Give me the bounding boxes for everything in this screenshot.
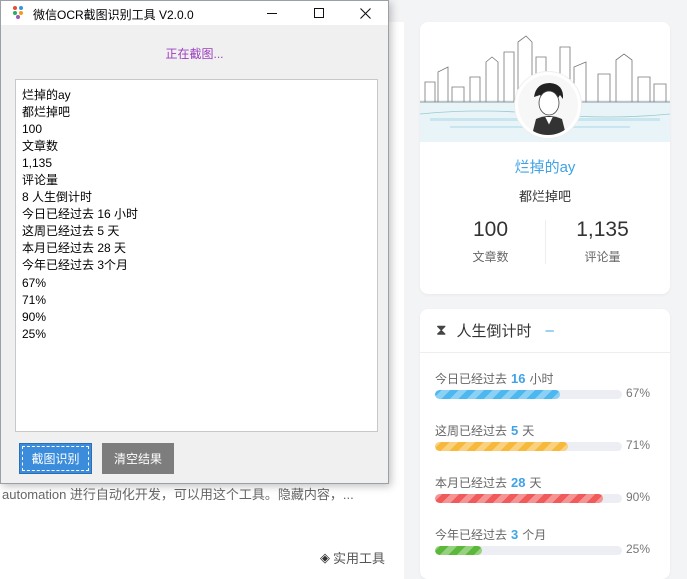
countdown-prefix: 这周已经过去 xyxy=(435,424,508,438)
articles-label: 文章数 xyxy=(472,250,509,264)
countdown-title: 人生倒计时 xyxy=(456,323,532,340)
ocr-tool-window: 微信OCR截图识别工具 V2.0.0 正在截图... 烂掉的ay 都烂掉吧 100 文… xyxy=(0,0,389,484)
comments-label: 评论量 xyxy=(584,250,621,264)
article-category-link[interactable]: ◈ 实用工具 xyxy=(320,548,385,567)
progress-bar xyxy=(435,390,561,399)
progress-track xyxy=(435,442,622,451)
result-line: 今日已经过去 16 小时 xyxy=(22,207,139,222)
countdown-label: 这周已经过去 5 天 xyxy=(435,422,657,439)
countdown-prefix: 今日已经过去 xyxy=(435,372,508,386)
progress-track xyxy=(435,390,622,399)
countdown-unit: 个月 xyxy=(522,528,547,542)
countdown-label: 今年已经过去 3 个月 xyxy=(435,526,657,543)
result-line: 今年已经过去 3个月 xyxy=(22,258,129,273)
countdown-row: 今年已经过去 3 个月 25% xyxy=(435,526,657,556)
result-line: 8 人生倒计时 xyxy=(22,190,93,205)
progress-percent: 25% xyxy=(626,542,651,556)
avatar[interactable] xyxy=(515,72,581,138)
stat-comments: 1,135 评论量 xyxy=(540,218,665,265)
result-line: 文章数 xyxy=(22,139,59,154)
countdown-row: 今日已经过去 16 小时 67% xyxy=(435,370,657,400)
progress-bar xyxy=(435,494,604,503)
minimize-icon xyxy=(267,12,277,14)
maximize-icon xyxy=(314,8,324,18)
title-underline-icon: – xyxy=(545,322,554,339)
category-label: 实用工具 xyxy=(333,551,386,566)
result-line: 71% xyxy=(22,292,47,307)
comments-count: 1,135 xyxy=(576,218,629,241)
progress-bar xyxy=(435,546,482,555)
capture-ocr-button[interactable]: 截图识别 xyxy=(19,443,92,474)
countdown-value: 28 xyxy=(511,475,526,490)
countdown-prefix: 今年已经过去 xyxy=(435,528,508,542)
countdown-card: ⧗ 人生倒计时 – 今日已经过去 16 小时 67% 这周已经过去 5 天 71% 本月已经过去… xyxy=(420,309,670,579)
clear-results-button[interactable]: 清空结果 xyxy=(102,443,174,474)
minimize-button[interactable] xyxy=(249,1,295,25)
profile-name[interactable]: 烂掉的ay xyxy=(420,156,670,177)
countdown-value: 3 xyxy=(511,527,519,542)
result-line: 90% xyxy=(22,309,47,324)
result-line: 100 xyxy=(22,122,43,137)
progress-track xyxy=(435,546,622,555)
profile-card: 烂掉的ay 都烂掉吧 100 文章数 1,135 评论量 xyxy=(420,22,670,294)
window-title: 微信OCR截图识别工具 V2.0.0 xyxy=(33,8,194,22)
layers-icon: ◈ xyxy=(320,549,330,565)
progress-percent: 90% xyxy=(626,490,651,504)
result-line: 本月已经过去 28 天 xyxy=(22,241,127,256)
avatar-illustration xyxy=(518,75,578,135)
countdown-prefix: 本月已经过去 xyxy=(435,476,508,490)
countdown-row: 本月已经过去 28 天 90% xyxy=(435,474,657,504)
result-line: 25% xyxy=(22,326,47,341)
profile-motto: 都烂掉吧 xyxy=(518,189,571,204)
countdown-row: 这周已经过去 5 天 71% xyxy=(435,422,657,452)
window-titlebar[interactable]: 微信OCR截图识别工具 V2.0.0 xyxy=(1,1,388,25)
progress-track xyxy=(435,494,622,503)
maximize-button[interactable] xyxy=(296,1,342,25)
result-line: 都烂掉吧 xyxy=(22,105,71,120)
hourglass-icon: ⧗ xyxy=(436,322,447,339)
countdown-unit: 小时 xyxy=(529,372,554,386)
countdown-unit: 天 xyxy=(529,476,542,490)
countdown-header: ⧗ 人生倒计时 – xyxy=(420,309,670,353)
stat-articles: 100 文章数 xyxy=(428,218,553,265)
progress-percent: 67% xyxy=(626,386,651,400)
articles-count: 100 xyxy=(472,218,509,241)
countdown-value: 16 xyxy=(511,371,526,386)
article-excerpt: automation 进行自动化开发，可以用这个工具。隐藏内容，... xyxy=(2,487,354,502)
result-line: 烂掉的ay xyxy=(22,88,71,102)
result-line: 67% xyxy=(22,275,47,290)
countdown-label: 本月已经过去 28 天 xyxy=(435,474,657,491)
app-icon xyxy=(13,6,25,19)
countdown-value: 5 xyxy=(511,423,519,438)
close-icon xyxy=(359,7,371,19)
status-text: 正在截图... xyxy=(165,47,224,61)
result-line: 评论量 xyxy=(22,173,59,188)
close-button[interactable] xyxy=(342,1,388,25)
result-line: 这周已经过去 5 天 xyxy=(22,224,120,239)
progress-percent: 71% xyxy=(626,438,651,452)
countdown-label: 今日已经过去 16 小时 xyxy=(435,370,657,387)
progress-bar xyxy=(435,442,568,451)
countdown-unit: 天 xyxy=(522,424,535,438)
result-line: 1,135 xyxy=(22,156,53,171)
ocr-result-textbox[interactable]: 烂掉的ay 都烂掉吧 100 文章数 1,135 评论量 8 人生倒计时今日已经过去 16 … xyxy=(15,79,378,432)
